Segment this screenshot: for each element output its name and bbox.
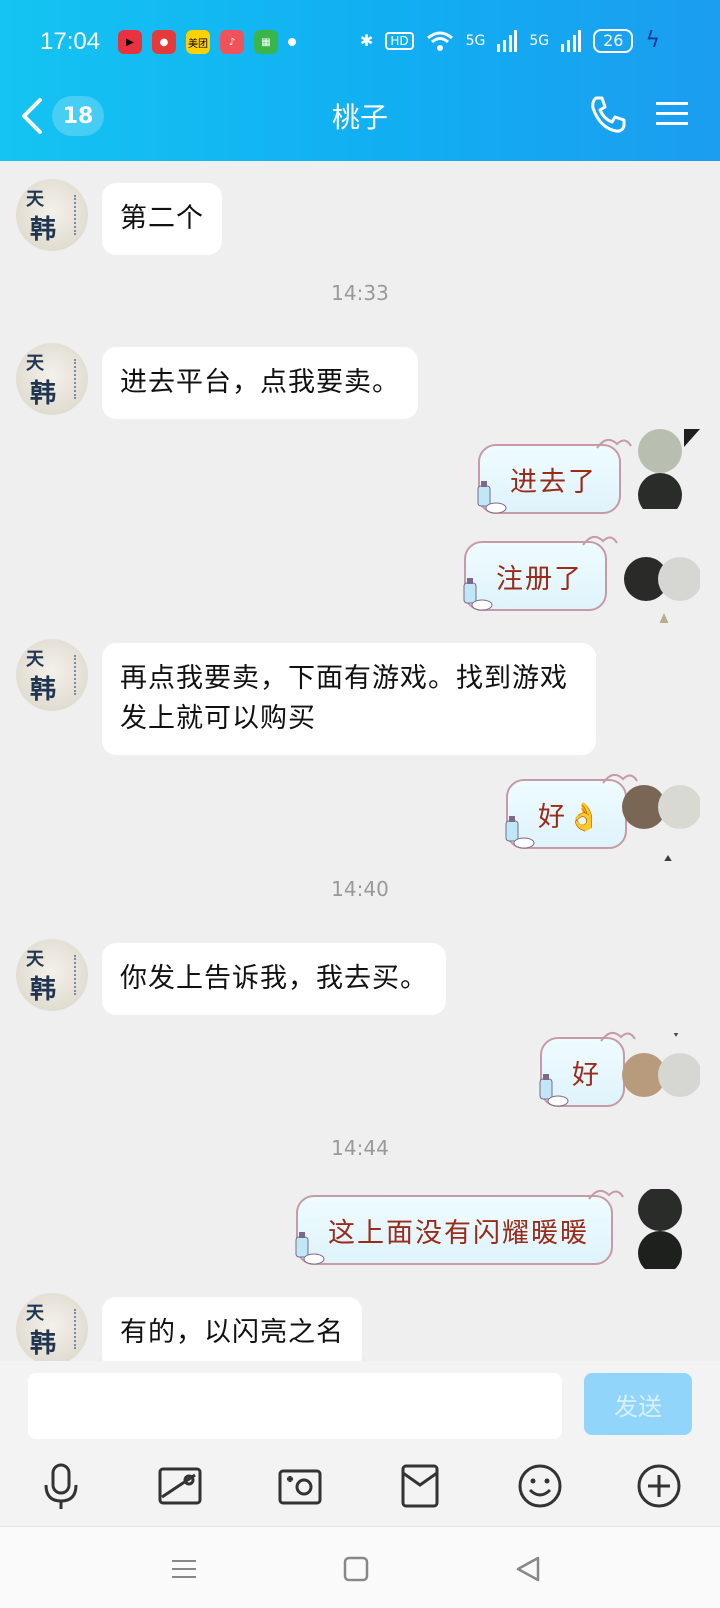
- music-app-icon: ♪: [220, 30, 244, 54]
- ribbon-decor-icon: [582, 535, 618, 546]
- message-text: 这上面没有闪耀暖暖: [328, 1217, 589, 1249]
- avatar[interactable]: 天 韩: [16, 1293, 88, 1361]
- timestamp: 14:40: [331, 877, 389, 901]
- avatar[interactable]: 天 韩: [16, 939, 88, 1011]
- avatar-text-main: 韩: [30, 379, 57, 409]
- avatar-decor: [74, 1309, 78, 1349]
- chat-header: 17:04 ▶ ● 美团 ♪ ▦ ✱ HD 5G 5G 26 ϟ 18 桃子: [0, 0, 720, 161]
- signal-bars-icon-2: [561, 29, 582, 52]
- sanitizer-sticker-icon: [477, 481, 507, 514]
- message-bubble-right[interactable]: 好: [539, 1031, 636, 1107]
- self-avatar[interactable]: [620, 1033, 700, 1113]
- back-nav-icon[interactable]: [512, 1553, 544, 1585]
- avatar-text-main: 韩: [30, 675, 57, 705]
- message-text: 好: [572, 1059, 601, 1091]
- message-bubble-left[interactable]: 第二个: [102, 183, 222, 255]
- system-icons: ✱ HD 5G 5G 26 ϟ: [360, 28, 660, 53]
- menu-icon[interactable]: [652, 94, 692, 134]
- avatar-decor: [74, 655, 78, 695]
- camera-app-icon: ●: [152, 30, 176, 54]
- sanitizer-sticker-icon: [539, 1074, 569, 1107]
- sanitizer-sticker-icon: [295, 1232, 325, 1265]
- sanitizer-sticker-icon: [463, 578, 493, 611]
- back-arrow-icon: [22, 98, 42, 134]
- charging-icon: ϟ: [645, 28, 660, 53]
- hd-icon: HD: [385, 31, 414, 50]
- signal-5g-icon-2: 5G: [529, 32, 550, 49]
- timestamp: 14:44: [331, 1136, 389, 1160]
- message-bubble-left[interactable]: 再点我要卖，下面有游戏。找到游戏发上就可以购买: [102, 643, 596, 755]
- recent-apps-icon[interactable]: [168, 1553, 200, 1585]
- avatar[interactable]: 天 韩: [16, 179, 88, 251]
- phone-icon[interactable]: [586, 92, 630, 136]
- ribbon-decor-icon: [588, 1189, 624, 1200]
- toolbar: [0, 1461, 720, 1517]
- plus-icon[interactable]: [634, 1461, 684, 1511]
- image-icon[interactable]: [155, 1461, 205, 1511]
- message-bubble-left[interactable]: 你发上告诉我，我去买。: [102, 943, 446, 1015]
- sanitizer-sticker-icon: [505, 816, 535, 849]
- avatar-text-main: 韩: [30, 215, 57, 245]
- unread-count-badge: 18: [52, 96, 104, 136]
- signal-5g-icon-1: 5G: [465, 32, 486, 49]
- avatar-text-top: 天: [26, 949, 44, 970]
- send-button[interactable]: 发送: [584, 1373, 692, 1435]
- back-button[interactable]: 18: [18, 94, 108, 138]
- avatar-decor: [74, 359, 78, 399]
- message-text: 注册了: [496, 563, 583, 595]
- camera-icon[interactable]: [275, 1461, 325, 1511]
- avatar-text-main: 韩: [30, 975, 57, 1005]
- avatar-text-top: 天: [26, 353, 44, 374]
- notification-icons: ▶ ● 美团 ♪ ▦: [118, 30, 296, 54]
- message-list[interactable]: 天 韩 第二个 14:33 天 韩 进去平台，点我要卖。 进去了 注册了 天 韩: [0, 161, 720, 1361]
- message-bubble-right[interactable]: 进去了: [477, 438, 632, 514]
- microphone-icon[interactable]: [36, 1461, 86, 1511]
- video-app-icon: ▶: [118, 30, 142, 54]
- message-bubble-left[interactable]: 进去平台，点我要卖。: [102, 347, 418, 419]
- message-text: 好👌: [538, 801, 603, 833]
- self-avatar[interactable]: [620, 781, 700, 861]
- message-bubble-right[interactable]: 好👌: [505, 773, 638, 849]
- self-avatar[interactable]: [620, 1189, 700, 1269]
- home-icon[interactable]: [340, 1553, 372, 1585]
- status-time: 17:04: [40, 28, 101, 55]
- bluetooth-icon: ✱: [359, 31, 374, 50]
- self-avatar[interactable]: [620, 543, 700, 623]
- wifi-icon: [426, 31, 453, 51]
- avatar-text-top: 天: [26, 189, 44, 210]
- meituan-app-icon: 美团: [186, 30, 210, 54]
- message-text: 进去了: [510, 466, 597, 498]
- status-bar: 17:04 ▶ ● 美团 ♪ ▦ ✱ HD 5G 5G 26 ϟ: [0, 22, 720, 62]
- message-bubble-left[interactable]: 有的，以闪亮之名: [102, 1297, 362, 1361]
- battery-level: 26: [593, 28, 634, 53]
- system-navigation-bar: [0, 1526, 720, 1608]
- avatar-text-main: 韩: [30, 1329, 57, 1359]
- message-bubble-right[interactable]: 注册了: [463, 535, 618, 611]
- green-app-icon: ▦: [254, 30, 278, 54]
- avatar-decor: [74, 955, 78, 995]
- message-bubble-right[interactable]: 这上面没有闪耀暖暖: [295, 1189, 624, 1265]
- avatar[interactable]: 天 韩: [16, 639, 88, 711]
- red-packet-icon[interactable]: [395, 1461, 445, 1511]
- nav-bar: 18 桃子: [0, 90, 720, 140]
- avatar-decor: [74, 195, 78, 235]
- emoji-icon[interactable]: [515, 1461, 565, 1511]
- signal-bars-icon-1: [497, 29, 518, 52]
- avatar-text-top: 天: [26, 649, 44, 670]
- avatar[interactable]: 天 韩: [16, 343, 88, 415]
- timestamp: 14:33: [331, 281, 389, 305]
- self-avatar[interactable]: [620, 429, 700, 509]
- input-bar: 发送: [0, 1361, 720, 1526]
- more-dot-icon: [288, 38, 296, 46]
- avatar-text-top: 天: [26, 1303, 44, 1324]
- message-input[interactable]: [28, 1373, 562, 1439]
